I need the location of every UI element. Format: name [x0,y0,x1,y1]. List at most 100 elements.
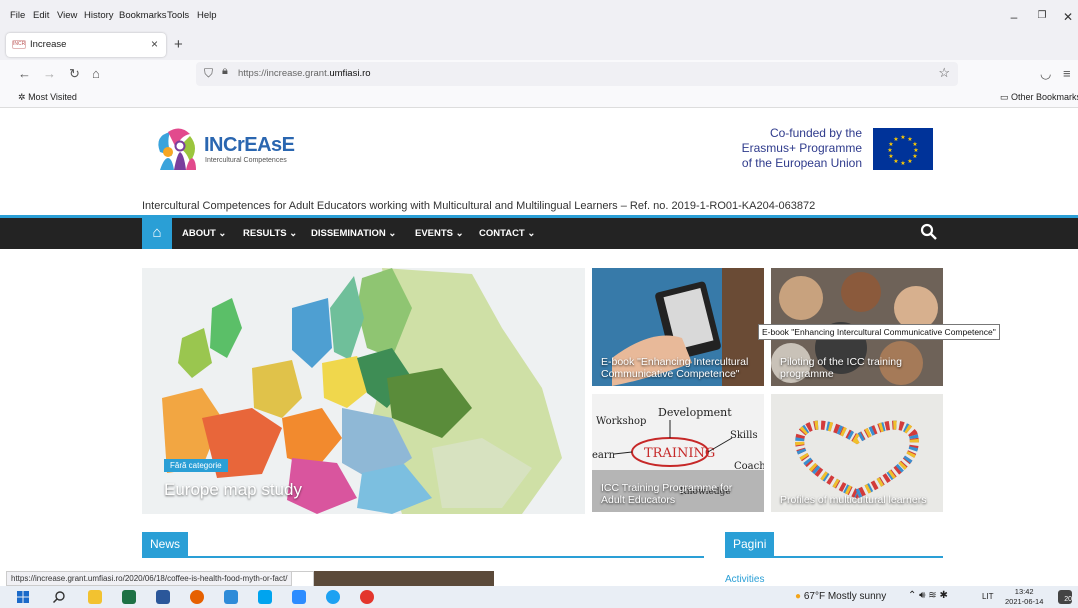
url-text[interactable]: https://increase.grant.umfiasi.ro [238,68,371,79]
volume-icon[interactable]: 🔊︎ [919,590,925,601]
bookmarks-toolbar: ✲ Most Visited ▭ Other Bookmarks [0,88,1078,108]
featured-post-title[interactable]: Europe map study [164,480,302,500]
cofund-text: Co-funded by the Erasmus+ Programme of t… [741,126,862,170]
skype-icon[interactable] [258,590,272,604]
home-icon[interactable]: ⌂ [92,66,100,81]
pagini-heading: Pagini [725,532,775,556]
svg-text:★: ★ [900,134,905,141]
site-tagline: Intercultural Competences for Adult Educ… [142,200,816,212]
news-section-header: News [142,532,704,558]
taskbar: ● 67°F Mostly sunny ⌃ 🔊︎ ≋ ✱ LIT 13:42 2… [0,586,1078,608]
gear-icon: ✲ [18,92,26,102]
back-icon[interactable]: ← [18,66,31,81]
url-bar[interactable]: ⛉ 🔒︎ https://increase.grant.umfiasi.ro ☆ [196,62,958,86]
word-earn: earn [592,450,616,461]
tab-bar: INCR Increase × + [0,30,1078,60]
pocket-icon[interactable]: ◡ [1040,66,1051,82]
bookmark-star-icon[interactable]: ☆ [938,65,950,81]
svg-text:★: ★ [900,160,905,167]
news-heading: News [142,532,189,556]
menu-help[interactable]: Help [197,10,217,21]
sun-icon: ● [795,591,802,602]
menu-edit[interactable]: Edit [33,10,49,21]
svg-text:★: ★ [893,136,898,143]
clock[interactable]: 13:42 2021-06-14 [1005,587,1043,607]
close-window-icon[interactable]: ✕ [1058,10,1078,24]
pagini-section-header: Pagini [725,532,943,558]
featured-post-training[interactable]: Workshop Development Skills TRAINING ear… [592,394,764,512]
word-development: Development [658,406,732,419]
menu-bookmarks[interactable]: Bookmarks [119,10,167,21]
tab-title: Increase [30,39,67,50]
svg-text:★: ★ [912,153,917,160]
link-tooltip: E-book "Enhancing Intercultural Communic… [758,324,1000,340]
file-explorer-icon[interactable] [88,590,102,604]
menu-history[interactable]: History [84,10,114,21]
app-tray-icon[interactable]: ✱ [939,590,947,601]
featured-post-ebook[interactable]: E-book "Enhancing Intercultural Communic… [592,268,764,386]
forward-icon[interactable]: → [43,66,56,81]
zoom-icon[interactable] [292,590,306,604]
category-badge[interactable]: Fără categorie [164,459,228,472]
edge-icon[interactable] [326,590,340,604]
web-page: INCrEAsE Intercultural Competences Co-fu… [0,108,1078,586]
folder-icon: ▭ [1000,92,1009,102]
nav-events[interactable]: EVENTS ⌄ [415,228,464,239]
navigation-bar: ← → ↻ ⌂ ⛉ 🔒︎ https://increase.grant.umfi… [0,60,1078,88]
feature-title-training[interactable]: ICC Training Programme for Adult Educato… [601,482,758,506]
bookmark-other[interactable]: ▭ Other Bookmarks [1000,92,1078,103]
remote-desktop-icon[interactable] [224,590,238,604]
menu-tools[interactable]: Tools [167,10,189,21]
bookmark-most-visited[interactable]: ✲ Most Visited [18,92,77,103]
word-training: TRAINING [644,446,715,461]
search-taskbar-icon[interactable] [52,590,66,604]
feature-title-ebook[interactable]: E-book "Enhancing Intercultural Communic… [601,356,758,380]
reload-icon[interactable]: ↻ [69,66,80,82]
main-navigation: ⌂ ABOUT ⌄ RESULTS ⌄ DISSEMINATION ⌄ EVEN… [0,215,1078,249]
system-tray[interactable]: ⌃ 🔊︎ ≋ ✱ [908,590,948,601]
lock-icon[interactable]: 🔒︎ [222,65,228,78]
svg-text:★: ★ [893,158,898,165]
nav-results[interactable]: RESULTS ⌄ [243,228,297,239]
menu-bar: File Edit View History Bookmarks Tools H… [0,0,1078,30]
shield-icon[interactable]: ⛉ [204,66,213,81]
windows-start-icon[interactable] [16,590,30,604]
feature-title-piloting[interactable]: Piloting of the ICC training programme [780,356,937,380]
status-url: https://increase.grant.umfiasi.ro/2020/0… [6,571,293,586]
weather-widget[interactable]: ● 67°F Mostly sunny [795,591,886,602]
word-icon[interactable] [156,590,170,604]
featured-post-europe-map[interactable]: Fără categorie Europe map study [142,268,585,514]
pagini-link-activities[interactable]: Activities [725,574,764,585]
tab-increase[interactable]: INCR Increase × [6,33,166,57]
excel-icon[interactable] [122,590,136,604]
menu-view[interactable]: View [57,10,77,21]
svg-text:★: ★ [887,147,892,154]
new-tab-icon[interactable]: + [174,36,183,53]
featured-post-profiles[interactable]: Profiles of multicultural learners [771,394,943,512]
network-icon[interactable]: ≋ [928,590,936,601]
word-skills: Skills [730,430,758,441]
word-workshop: Workshop [596,416,646,427]
news-thumbnail[interactable] [314,571,494,586]
site-title[interactable]: INCrEAsE [204,134,295,157]
firefox-icon[interactable] [190,590,204,604]
menu-file[interactable]: File [10,10,25,21]
minimize-icon[interactable]: – [1004,10,1024,24]
notification-icon[interactable]: 20 [1058,590,1072,604]
nav-contact[interactable]: CONTACT ⌄ [479,228,535,239]
search-icon[interactable] [920,223,938,241]
chrome-icon[interactable] [360,590,374,604]
home-nav-icon[interactable]: ⌂ [142,218,172,249]
restore-icon[interactable]: ❐ [1032,10,1052,21]
app-menu-icon[interactable]: ≡ [1063,66,1071,81]
close-tab-icon[interactable]: × [151,37,158,51]
nav-about[interactable]: ABOUT ⌄ [182,228,226,239]
svg-text:★: ★ [888,153,893,160]
increase-logo-icon[interactable] [150,122,202,174]
eu-flag-icon: ★ ★★ ★★★ ★★★ ★★★ [873,128,933,170]
site-subtitle: Intercultural Competences [205,157,287,164]
favicon-icon: INCR [12,40,26,49]
nav-dissemination[interactable]: DISSEMINATION ⌄ [311,228,396,239]
language-indicator[interactable]: LIT [982,592,994,601]
feature-title-profiles[interactable]: Profiles of multicultural learners [780,494,937,506]
